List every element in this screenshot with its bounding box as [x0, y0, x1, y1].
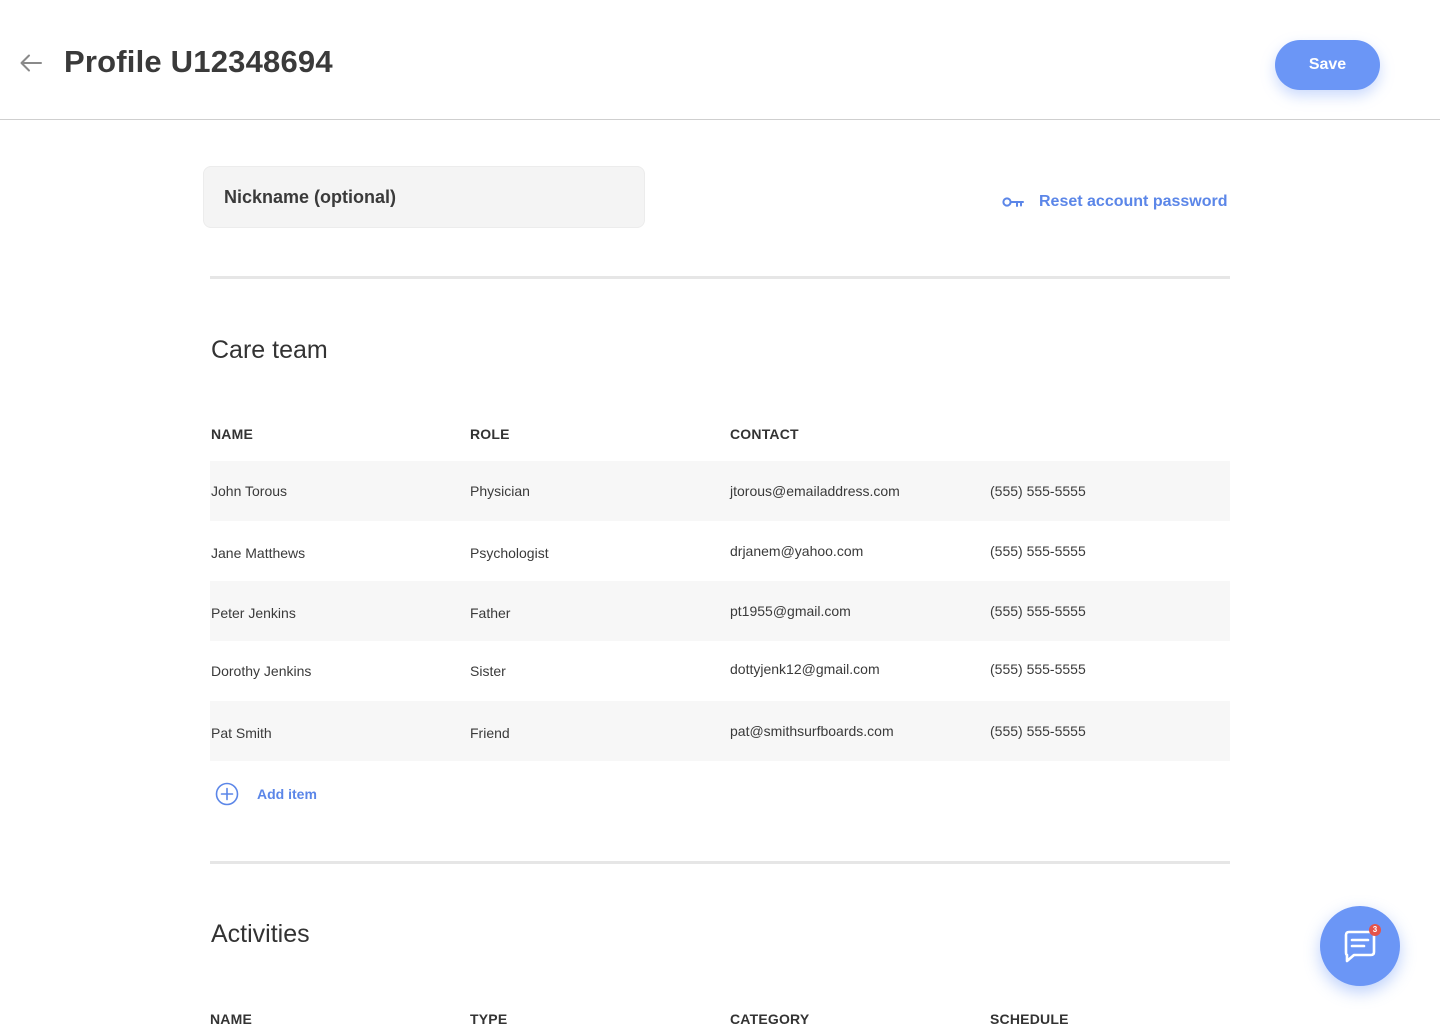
page-header: Profile U12348694 Save — [0, 0, 1440, 120]
member-role: Physician — [470, 483, 530, 499]
column-header-role: ROLE — [470, 426, 510, 442]
member-role: Sister — [470, 663, 506, 679]
plus-circle-icon — [215, 782, 239, 806]
add-item-label: Add item — [257, 786, 317, 802]
column-header-schedule: SCHEDULE — [990, 1011, 1069, 1027]
member-role: Friend — [470, 725, 510, 741]
add-item-button[interactable]: Add item — [215, 781, 317, 807]
notification-badge: 3 — [1369, 924, 1381, 936]
section-divider — [210, 861, 1230, 864]
member-phone: (555) 555-5555 — [990, 483, 1086, 499]
member-phone: (555) 555-5555 — [990, 603, 1086, 619]
column-header-name: NAME — [211, 426, 254, 442]
table-row[interactable]: John Torous Physician jtorous@emailaddre… — [210, 461, 1230, 521]
member-email: jtorous@emailaddress.com — [730, 483, 900, 499]
member-phone: (555) 555-5555 — [990, 543, 1086, 559]
table-row[interactable]: Peter Jenkins Father pt1955@gmail.com (5… — [210, 581, 1230, 641]
column-header-name: NAME — [210, 1011, 253, 1027]
nickname-input[interactable] — [203, 166, 645, 228]
reset-password-link[interactable]: Reset account password — [1002, 190, 1228, 214]
table-row[interactable]: Pat Smith Friend pat@smithsurfboards.com… — [210, 701, 1230, 761]
page-title: Profile U12348694 — [64, 44, 333, 79]
reset-password-label: Reset account password — [1039, 193, 1228, 210]
member-name: Pat Smith — [211, 725, 272, 741]
column-header-category: CATEGORY — [730, 1011, 810, 1027]
back-arrow-icon[interactable] — [18, 50, 44, 76]
member-phone: (555) 555-5555 — [990, 723, 1086, 739]
member-name: Peter Jenkins — [211, 605, 296, 621]
section-divider — [210, 276, 1230, 279]
member-name: Jane Matthews — [211, 545, 306, 561]
member-email: dottyjenk12@gmail.com — [730, 661, 880, 677]
member-name: John Torous — [211, 483, 288, 499]
table-row[interactable]: Jane Matthews Psychologist drjanem@yahoo… — [210, 521, 1230, 581]
save-button[interactable]: Save — [1275, 40, 1380, 90]
member-email: pat@smithsurfboards.com — [730, 723, 894, 739]
activities-title: Activities — [211, 920, 310, 948]
member-email: pt1955@gmail.com — [730, 603, 851, 619]
member-phone: (555) 555-5555 — [990, 661, 1086, 677]
key-icon — [1002, 197, 1024, 207]
member-role: Psychologist — [470, 545, 549, 561]
member-name: Dorothy Jenkins — [211, 663, 312, 679]
column-header-contact: CONTACT — [730, 426, 799, 442]
member-email: drjanem@yahoo.com — [730, 543, 864, 559]
table-row[interactable]: Dorothy Jenkins Sister dottyjenk12@gmail… — [210, 641, 1230, 701]
chat-button[interactable]: 3 — [1320, 906, 1400, 986]
column-header-type: TYPE — [470, 1011, 508, 1027]
member-role: Father — [470, 605, 511, 621]
care-team-title: Care team — [211, 336, 328, 364]
